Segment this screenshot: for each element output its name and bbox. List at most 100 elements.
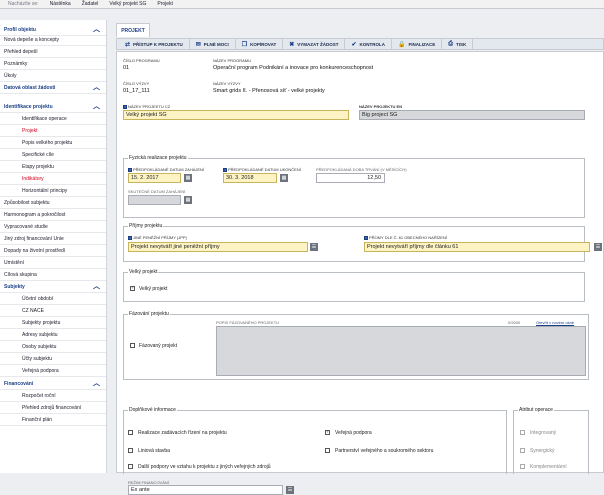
datum-zahajeni-input[interactable]: 15. 2. 2017 [128, 173, 181, 183]
toolbar-button[interactable]: 🔒 FINALIZACE [392, 39, 443, 49]
sidebar-item-label: Poznámky [4, 61, 28, 67]
sidebar-item[interactable]: Jiný zdroj financování Unie [0, 233, 106, 245]
toolbar-icon: ⎙ [448, 40, 454, 47]
sidebar-item[interactable]: Adresy subjektu [0, 329, 106, 341]
sidebar-item-label: Etapy projektu [22, 164, 54, 170]
checkbox-label: Realizace zadávacích řízení na projektu [138, 430, 227, 436]
prijmy-61-select[interactable]: Projekt nevytváří příjmy dle článku 61 [364, 242, 590, 252]
sidebar-item[interactable]: Poznámky [0, 58, 106, 70]
sidebar-item[interactable]: Popis velkého projektu [0, 137, 106, 149]
fazovani-section: Fázování projektu Fázovaný projekt POPIS… [123, 311, 589, 380]
toolbar-icon: ✖ [289, 41, 295, 48]
fazovany-projekt-checkbox[interactable] [130, 343, 135, 348]
sidebar-item[interactable]: Způsobilost subjektu [0, 197, 106, 209]
datum-ukonceni-input[interactable]: 30. 3. 2018 [223, 173, 277, 183]
sidebar-item-label: Přehled zdrojů financování [22, 405, 82, 411]
field-label: NÁZEV PROGRAMU [213, 58, 252, 63]
checkbox-label: Partnerství veřejného a soukromého sekto… [335, 448, 434, 454]
sidebar-item[interactable]: Indikátory [0, 173, 106, 185]
sidebar-item-label: Identifikace operace [22, 116, 67, 122]
sidebar-item-label: Jiný zdroj financování Unie [4, 236, 64, 242]
breadcrumb: Nacházíte se: Nástěnka Žadatel Velký pro… [0, 0, 604, 9]
sidebar-item[interactable]: Etapy projektu [0, 161, 106, 173]
calendar-icon[interactable]: ▦ [184, 196, 192, 204]
sidebar-item[interactable]: Dopady na životní prostředí [0, 245, 106, 257]
sidebar-item[interactable]: Subjekty projektu [0, 317, 106, 329]
sidebar-item[interactable]: Datová oblast žádosti ︿ [0, 82, 106, 94]
toolbar-button[interactable]: ✉ PLNÉ MOCI [190, 39, 236, 49]
sidebar-item[interactable]: Cílová skupina [0, 269, 106, 281]
chevron-up-icon[interactable]: ︿ [93, 378, 100, 389]
chevron-up-icon[interactable]: ︿ [93, 281, 100, 292]
liniova-stavba-checkbox[interactable] [128, 448, 133, 453]
list-icon[interactable]: ☰ [594, 243, 602, 251]
field-label: i JINÉ PENĚŽNÍ PŘÍJMY (JPP) [128, 235, 187, 240]
section-title: Doplňkové informace [128, 407, 177, 413]
rezim-financovani-select[interactable]: Ex ante [128, 485, 283, 495]
ppp-checkbox[interactable] [325, 448, 330, 453]
sidebar-item[interactable]: Veřejná podpora [0, 365, 106, 377]
sidebar-item[interactable]: Specifické cíle [0, 149, 106, 161]
sidebar-item[interactable]: Identifikace operace [0, 113, 106, 125]
sidebar-item[interactable]: Financování ︿ [0, 378, 106, 390]
breadcrumb-item[interactable]: Žadatel [82, 1, 99, 7]
zadavaci-rizeni-checkbox[interactable] [128, 430, 133, 435]
breadcrumb-item[interactable]: Nástěnka [50, 1, 71, 7]
sidebar-item[interactable]: Horizontální principy [0, 185, 106, 197]
section-title: Velký projekt [128, 269, 159, 275]
verejna-podpora-checkbox[interactable] [325, 429, 330, 435]
calendar-icon[interactable]: ▦ [280, 174, 288, 182]
dalsi-podpory-checkbox[interactable] [128, 464, 133, 469]
sidebar-item[interactable]: Nová depeše a koncepty [0, 34, 106, 46]
sidebar-item[interactable]: Identifikace projektu ︿ [0, 101, 106, 113]
doba-trvani-input: 12,50 [316, 173, 385, 183]
sidebar-item[interactable]: Úkoly [0, 70, 106, 82]
sidebar-item[interactable]: Projekt [0, 125, 106, 137]
checkbox-label: Liniová stavba [138, 448, 170, 454]
chevron-up-icon[interactable]: ︿ [93, 101, 100, 112]
toolbar-button[interactable]: ⎙ TISK [442, 39, 474, 49]
sidebar-item[interactable]: Rozpočet roční [0, 390, 106, 402]
nazev-projektu-cz-input[interactable]: Velký projekt SG [123, 110, 349, 120]
calendar-icon[interactable]: ▦ [184, 174, 192, 182]
sidebar-item[interactable]: Subjekty ︿ [0, 281, 106, 293]
toolbar-button[interactable]: ⇄ PŘÍSTUP K PROJEKTU [119, 39, 190, 49]
field-label: i PŘEDPOKLÁDANÉ DATUM UKONČENÍ [223, 167, 301, 172]
toolbar-button-label: VYMAZAT ŽÁDOST [297, 41, 339, 47]
sidebar-item[interactable]: Vypracované studie [0, 221, 106, 233]
sidebar-item[interactable]: Přehled zdrojů financování [0, 402, 106, 414]
sidebar-item[interactable]: Osoby subjektu [0, 341, 106, 353]
sidebar-item-label: Indikátory [22, 176, 44, 182]
sidebar-item[interactable]: CZ NACE [0, 305, 106, 317]
list-icon[interactable]: ☰ [310, 243, 318, 251]
breadcrumb-item[interactable]: Projekt [157, 1, 173, 7]
toolbar-button[interactable]: ✔ KONTROLA [345, 39, 392, 49]
field-label: NÁZEV VÝZVY [213, 81, 241, 86]
list-icon[interactable]: ☰ [286, 486, 294, 494]
sidebar-item-label: Finanční plán [22, 417, 53, 423]
sidebar-item[interactable]: Přehled depeší [0, 46, 106, 58]
jine-prijmy-select[interactable]: Projekt nevytváří jiné peněžní příjmy [128, 242, 308, 252]
toolbar-button-label: FINALIZACE [408, 41, 436, 47]
field-label: POPIS FÁZOVANÉHO PROJEKTU [216, 320, 280, 325]
chevron-up-icon[interactable]: ︿ [93, 82, 100, 93]
velky-projekt-checkbox[interactable] [130, 285, 135, 291]
checkbox-label: Veřejná podpora [335, 430, 372, 436]
sidebar-item[interactable]: Umístění [0, 257, 106, 269]
open-new-window-link[interactable]: Otevřít v novém okně [536, 320, 574, 325]
toolbar-button[interactable]: ❐ KOPÍROVAT [236, 39, 284, 49]
sidebar-item[interactable]: Harmonogram a pokročilost [0, 209, 106, 221]
sidebar-item[interactable]: Účetní období [0, 293, 106, 305]
toolbar-button[interactable]: ✖ VYMAZAT ŽÁDOST [283, 39, 346, 49]
field-label: PŘEDPOKLÁDANÁ DOBA TRVÁNÍ (V MĚSÍCÍCH) [316, 167, 407, 172]
sidebar-item-label: Popis velkého projektu [22, 140, 73, 146]
sidebar-item[interactable]: Finanční plán [0, 414, 106, 426]
toolbar-icon: ⇄ [125, 41, 131, 48]
field-label: i PŘÍJMY DLE Č. 61 OBECNÉHO NAŘÍZENÍ [364, 235, 447, 240]
sidebar-item[interactable]: Účty subjektu [0, 353, 106, 365]
tab-projekt[interactable]: PROJEKT [116, 23, 150, 37]
breadcrumb-item[interactable]: Velký projekt SG [109, 1, 146, 7]
checkbox-label: Další podpory ve vztahu k projektu z jin… [138, 464, 271, 470]
toolbar-icon: 🔒 [397, 41, 406, 48]
toolbar-icon: ❐ [241, 41, 248, 48]
